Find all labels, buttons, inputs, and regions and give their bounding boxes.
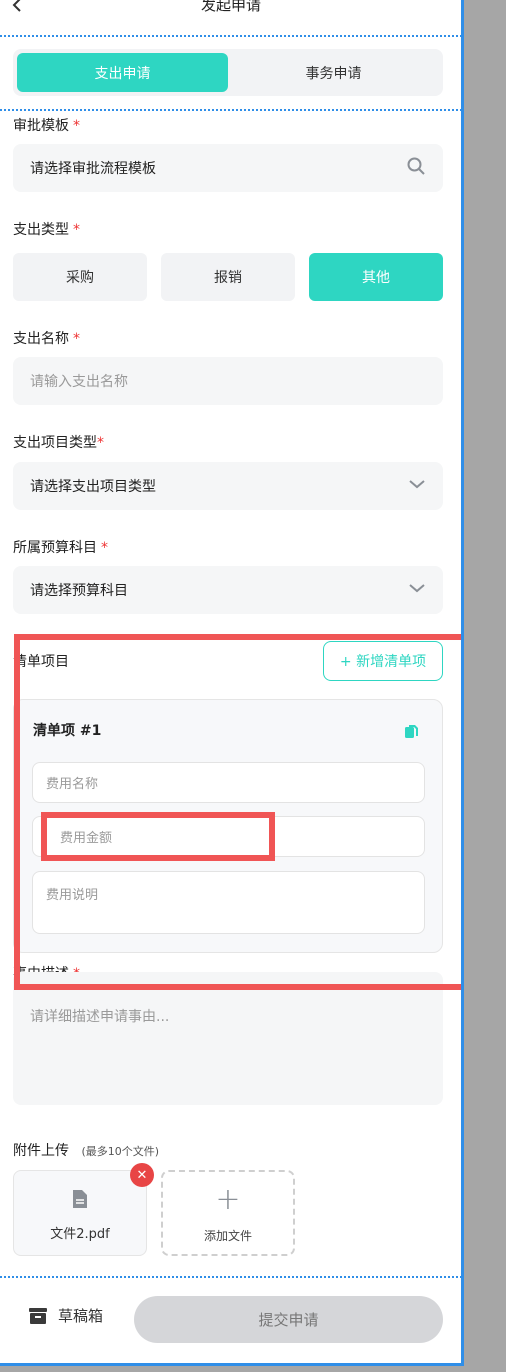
template-label: 审批模板 * [13, 115, 80, 135]
remove-file-button[interactable]: ✕ [130, 1163, 154, 1187]
divider [0, 109, 461, 111]
draft-box-button[interactable]: 草稿箱 [28, 1305, 103, 1326]
page-title: 发起申请 [200, 0, 261, 14]
reason-textarea[interactable]: 请详细描述申请事由... [13, 972, 443, 1105]
reason-placeholder: 请详细描述申请事由... [30, 1009, 170, 1025]
expense-type-reimburse[interactable]: 报销 [161, 253, 295, 301]
budget-value: 请选择预算科目 [30, 583, 128, 599]
tab-affairs-application[interactable]: 事务申请 [228, 53, 439, 92]
file-card[interactable]: 文件2.pdf [13, 1170, 147, 1256]
search-icon[interactable] [406, 156, 426, 180]
app-screen: 发起申请 支出申请 事务申请 审批模板 * 请选择审批流程模板 支出类型 * 采购 … [0, 0, 464, 1366]
highlight-box-amount [41, 812, 275, 861]
expense-type-other[interactable]: 其他 [309, 253, 443, 301]
divider [0, 1276, 461, 1278]
project-type-label-text: 支出项目类型 [13, 435, 97, 451]
attachments-label: 附件上传 (最多10个文件) [13, 1140, 159, 1160]
chevron-down-icon[interactable] [408, 582, 426, 598]
expense-type-label-text: 支出类型 [13, 222, 69, 238]
template-label-text: 审批模板 [13, 118, 69, 134]
required-mark: * [73, 222, 80, 238]
file-icon [72, 1189, 88, 1213]
expense-name-input[interactable]: 请输入支出名称 [13, 357, 443, 405]
archive-icon [28, 1307, 48, 1325]
template-select-value: 请选择审批流程模板 [30, 161, 156, 177]
template-select[interactable]: 请选择审批流程模板 [13, 144, 443, 192]
attachments-label-text: 附件上传 [13, 1143, 69, 1159]
required-mark: * [97, 435, 104, 451]
expense-name-label: 支出名称 * [13, 328, 80, 348]
expense-name-label-text: 支出名称 [13, 331, 69, 347]
project-type-label: 支出项目类型* [13, 432, 104, 452]
divider [0, 35, 461, 37]
plus-icon: + [215, 1182, 241, 1217]
file-name: 文件2.pdf [50, 1227, 110, 1242]
chevron-down-icon[interactable] [408, 478, 426, 494]
application-tabs: 支出申请 事务申请 [13, 49, 443, 96]
attachments-hint: (最多10个文件) [81, 1145, 160, 1158]
draft-label: 草稿箱 [58, 1307, 104, 1325]
add-file-button[interactable]: + 添加文件 [161, 1170, 295, 1256]
required-mark: * [73, 118, 80, 134]
submit-button[interactable]: 提交申请 [134, 1296, 443, 1343]
tab-expense-application[interactable]: 支出申请 [17, 53, 228, 92]
top-bar: 发起申请 [0, 0, 461, 16]
add-file-label: 添加文件 [203, 1229, 252, 1243]
project-type-select[interactable]: 请选择支出项目类型 [13, 462, 443, 510]
project-type-value: 请选择支出项目类型 [30, 479, 156, 495]
budget-label: 所属预算科目 * [13, 537, 108, 557]
expense-type-purchase[interactable]: 采购 [13, 253, 147, 301]
budget-select[interactable]: 请选择预算科目 [13, 566, 443, 614]
expense-type-label: 支出类型 * [13, 219, 80, 239]
expense-name-placeholder: 请输入支出名称 [30, 374, 128, 390]
budget-label-text: 所属预算科目 [13, 540, 97, 556]
required-mark: * [73, 331, 80, 347]
required-mark: * [101, 540, 108, 556]
